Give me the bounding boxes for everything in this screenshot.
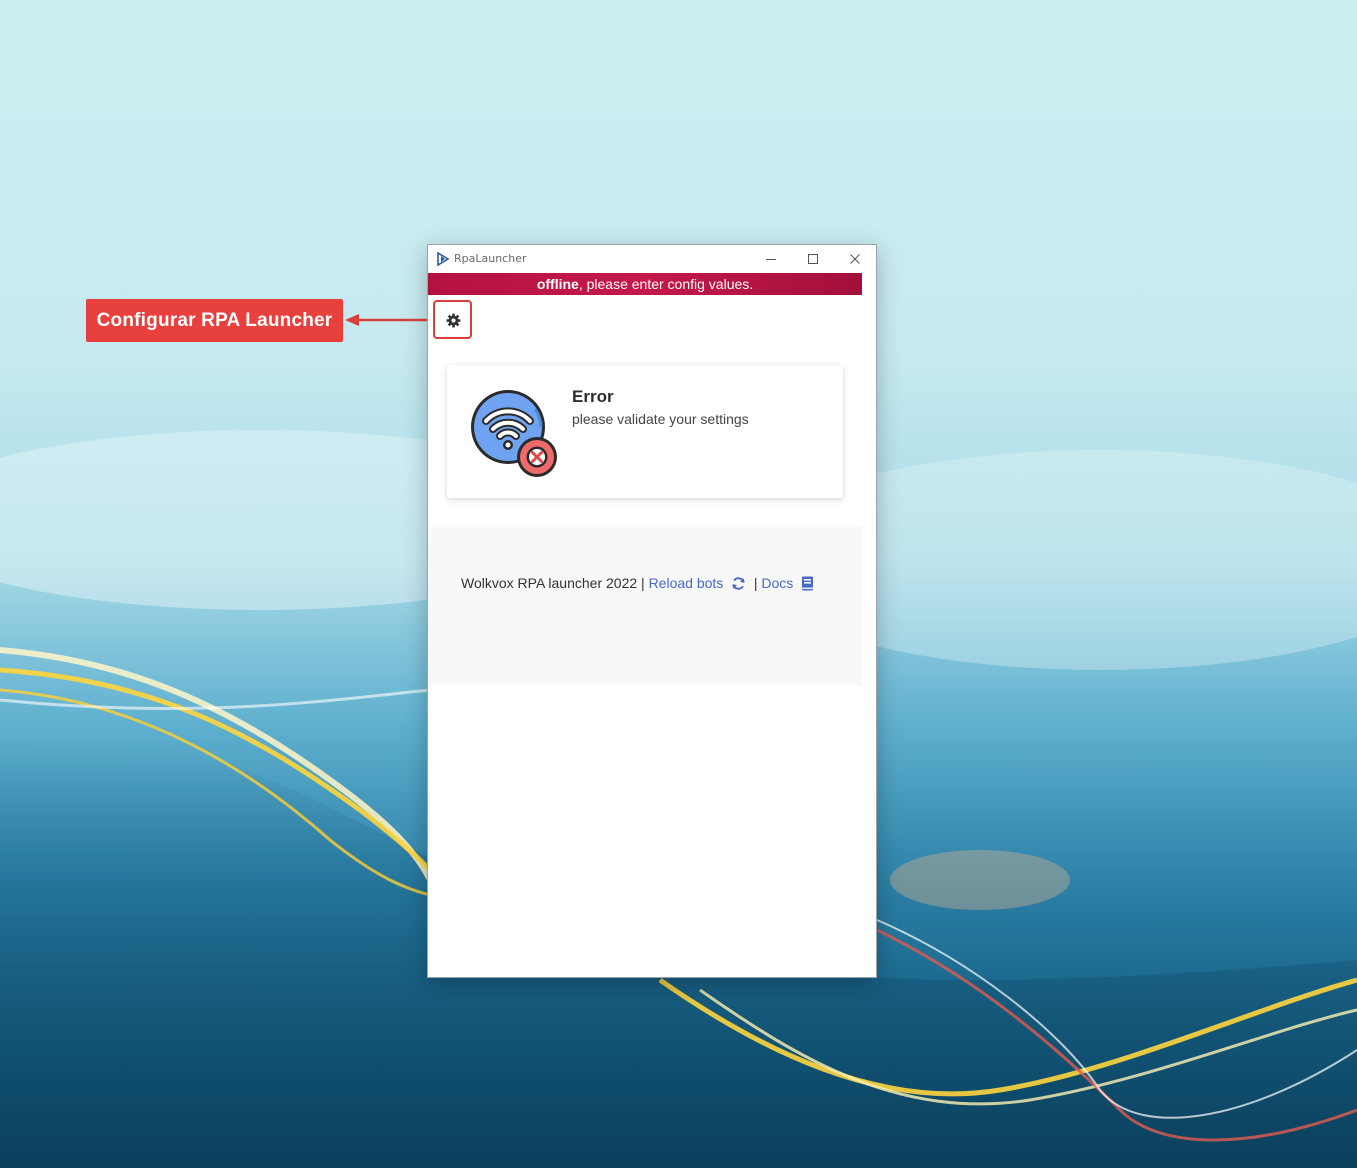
reload-bots-link[interactable]: Reload bots bbox=[649, 575, 724, 591]
error-card: Error please validate your settings bbox=[447, 365, 843, 498]
app-logo-icon bbox=[437, 252, 450, 266]
status-offline: offline bbox=[536, 276, 579, 292]
docs-link[interactable]: Docs bbox=[761, 575, 793, 591]
refresh-icon[interactable] bbox=[731, 576, 746, 591]
maximize-icon bbox=[808, 254, 818, 264]
minimize-icon bbox=[766, 259, 776, 260]
wifi-error-icon bbox=[471, 390, 557, 477]
status-banner: offline, please enter config values. bbox=[428, 273, 862, 295]
rpalauncher-window: RpaLauncher offline, please enter config… bbox=[427, 244, 877, 978]
book-icon[interactable] bbox=[801, 576, 814, 591]
error-title: Error bbox=[572, 387, 614, 406]
minimize-button[interactable] bbox=[750, 245, 792, 273]
error-message: please validate your settings bbox=[572, 411, 749, 427]
desktop-wallpaper: Configurar RPA Launcher RpaLauncher offl… bbox=[0, 0, 1357, 1168]
annotation-arrow-icon bbox=[345, 314, 434, 326]
close-button[interactable] bbox=[834, 245, 876, 273]
title-bar[interactable]: RpaLauncher bbox=[428, 245, 876, 273]
status-message: , please enter config values. bbox=[578, 276, 754, 292]
footer-prefix: Wolkvox RPA launcher 2022 | bbox=[461, 575, 645, 591]
footer-separator: | bbox=[753, 575, 758, 591]
annotation-label: Configurar RPA Launcher bbox=[86, 299, 343, 342]
settings-highlight-box bbox=[433, 300, 472, 339]
window-title: RpaLauncher bbox=[454, 252, 527, 265]
footer: Wolkvox RPA launcher 2022 | Reload bots … bbox=[428, 527, 862, 685]
footer-line: Wolkvox RPA launcher 2022 | Reload bots … bbox=[461, 575, 814, 591]
close-icon bbox=[850, 254, 860, 264]
maximize-button[interactable] bbox=[792, 245, 834, 273]
